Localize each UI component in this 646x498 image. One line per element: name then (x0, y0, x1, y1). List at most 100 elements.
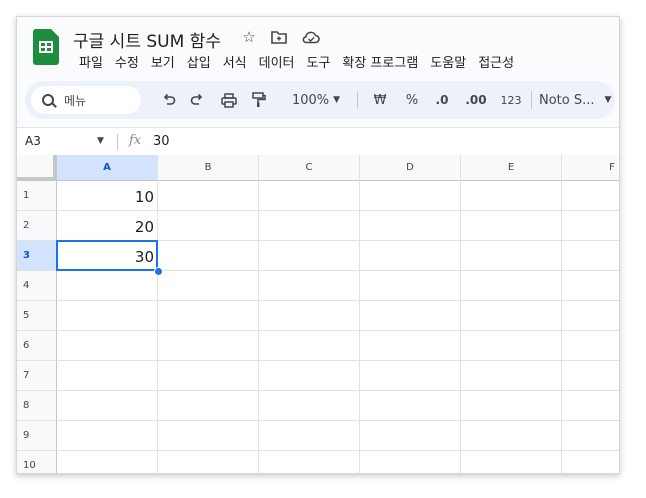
row-header-8[interactable]: 8 (17, 391, 57, 421)
more-formats-button[interactable]: 123 (497, 90, 525, 110)
cloud-saved-icon[interactable] (301, 27, 321, 47)
formula-input[interactable]: 30 (153, 134, 170, 149)
document-title[interactable]: 구글 시트 SUM 함수 (73, 27, 221, 52)
row-header-6[interactable]: 6 (17, 331, 57, 361)
cell-b8[interactable] (158, 391, 259, 421)
column-header-e[interactable]: E (461, 155, 562, 181)
row-header-5[interactable]: 5 (17, 301, 57, 331)
row-header-2[interactable]: 2 (17, 211, 57, 241)
cell-f8[interactable] (562, 391, 619, 421)
cell-e9[interactable] (461, 421, 562, 451)
cell-e10[interactable] (461, 451, 562, 473)
row-header-1[interactable]: 1 (17, 181, 57, 211)
name-box[interactable]: A3 (25, 134, 41, 148)
cell-c5[interactable] (259, 301, 360, 331)
row-header-9[interactable]: 9 (17, 421, 57, 451)
cell-d7[interactable] (360, 361, 461, 391)
cell-f9[interactable] (562, 421, 619, 451)
cell-a9[interactable] (57, 421, 158, 451)
cell-b4[interactable] (158, 271, 259, 301)
cell-e6[interactable] (461, 331, 562, 361)
cell-b7[interactable] (158, 361, 259, 391)
cell-d8[interactable] (360, 391, 461, 421)
zoom-select[interactable]: 100% ▼ (281, 90, 351, 110)
cell-d3[interactable] (360, 241, 461, 271)
cell-b1[interactable] (158, 181, 259, 211)
cell-d6[interactable] (360, 331, 461, 361)
cell-c4[interactable] (259, 271, 360, 301)
redo-button[interactable] (187, 90, 207, 110)
menu-data[interactable]: 데이터 (253, 53, 301, 75)
cell-a6[interactable] (57, 331, 158, 361)
cell-f5[interactable] (562, 301, 619, 331)
cell-f3[interactable] (562, 241, 619, 271)
menu-format[interactable]: 서식 (217, 53, 253, 75)
cell-c3[interactable] (259, 241, 360, 271)
decrease-decimal-button[interactable]: .0 (429, 90, 455, 110)
cell-c6[interactable] (259, 331, 360, 361)
undo-button[interactable] (159, 90, 179, 110)
cell-f1[interactable] (562, 181, 619, 211)
cell-b9[interactable] (158, 421, 259, 451)
move-to-folder-icon[interactable] (269, 27, 289, 47)
cell-d2[interactable] (360, 211, 461, 241)
row-header-4[interactable]: 4 (17, 271, 57, 301)
cell-d9[interactable] (360, 421, 461, 451)
cell-c2[interactable] (259, 211, 360, 241)
row-header-10[interactable]: 10 (17, 451, 57, 473)
cell-c9[interactable] (259, 421, 360, 451)
cell-c10[interactable] (259, 451, 360, 473)
column-header-d[interactable]: D (360, 155, 461, 181)
cell-a2[interactable]: 20 (57, 211, 158, 241)
cell-e1[interactable] (461, 181, 562, 211)
cell-c8[interactable] (259, 391, 360, 421)
cell-d10[interactable] (360, 451, 461, 473)
row-header-7[interactable]: 7 (17, 361, 57, 391)
column-header-c[interactable]: C (259, 155, 360, 181)
cell-b10[interactable] (158, 451, 259, 473)
cell-e3[interactable] (461, 241, 562, 271)
cell-f4[interactable] (562, 271, 619, 301)
menu-help[interactable]: 도움말 (424, 53, 472, 75)
row-header-3[interactable]: 3 (17, 241, 57, 271)
cell-f10[interactable] (562, 451, 619, 473)
cell-a7[interactable] (57, 361, 158, 391)
currency-format-button[interactable]: ₩ (369, 90, 391, 110)
cell-e5[interactable] (461, 301, 562, 331)
menu-view[interactable]: 보기 (145, 53, 181, 75)
menu-tools[interactable]: 도구 (301, 53, 337, 75)
cell-f2[interactable] (562, 211, 619, 241)
menu-accessibility[interactable]: 접근성 (472, 53, 520, 75)
fill-handle[interactable] (154, 267, 163, 276)
menu-file[interactable]: 파일 (73, 53, 109, 75)
cell-f6[interactable] (562, 331, 619, 361)
cell-b3[interactable] (158, 241, 259, 271)
select-all-corner[interactable] (17, 155, 57, 181)
cell-b2[interactable] (158, 211, 259, 241)
cell-d1[interactable] (360, 181, 461, 211)
cell-e8[interactable] (461, 391, 562, 421)
cell-d4[interactable] (360, 271, 461, 301)
font-select[interactable]: Noto S... ▼ (539, 90, 615, 110)
cell-a10[interactable] (57, 451, 158, 473)
increase-decimal-button[interactable]: .00 (461, 90, 491, 110)
menu-edit[interactable]: 수정 (109, 53, 145, 75)
cell-b5[interactable] (158, 301, 259, 331)
cell-a8[interactable] (57, 391, 158, 421)
cell-e4[interactable] (461, 271, 562, 301)
cell-c1[interactable] (259, 181, 360, 211)
cell-d5[interactable] (360, 301, 461, 331)
star-icon[interactable]: ☆ (239, 27, 259, 47)
cell-e7[interactable] (461, 361, 562, 391)
column-header-a[interactable]: A (57, 155, 158, 181)
menu-insert[interactable]: 삽입 (181, 53, 217, 75)
paint-format-button[interactable] (249, 90, 269, 110)
print-button[interactable] (219, 90, 239, 110)
cell-a5[interactable] (57, 301, 158, 331)
cell-b6[interactable] (158, 331, 259, 361)
sheets-logo-icon[interactable] (33, 29, 59, 65)
menu-extensions[interactable]: 확장 프로그램 (336, 53, 424, 75)
percent-format-button[interactable]: % (401, 90, 423, 110)
column-header-f[interactable]: F (562, 155, 619, 181)
menu-search-box[interactable]: 메뉴 (31, 86, 141, 114)
